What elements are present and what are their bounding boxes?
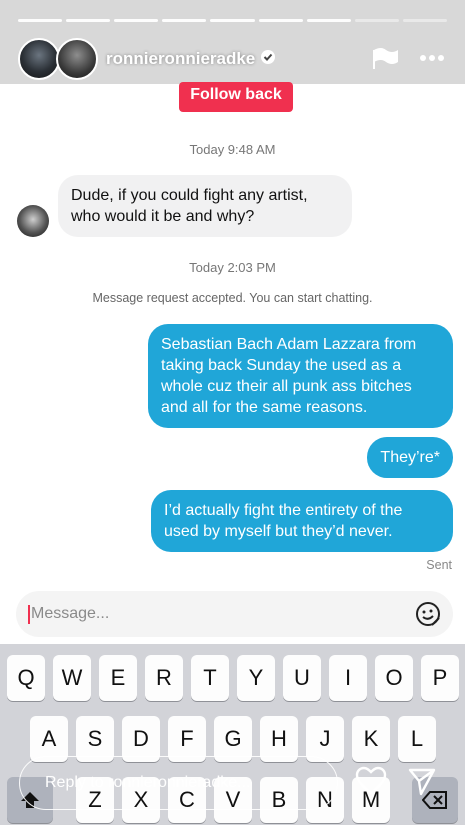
send-icon[interactable] bbox=[407, 766, 437, 801]
story-avatar[interactable] bbox=[18, 38, 60, 80]
outgoing-message: They’re* bbox=[367, 437, 453, 478]
emoji-icon[interactable] bbox=[415, 601, 441, 632]
sent-status: Sent bbox=[426, 558, 452, 572]
story-progress bbox=[18, 19, 447, 22]
key-o[interactable]: O bbox=[375, 655, 413, 701]
timestamp: Today 9:48 AM bbox=[189, 142, 276, 157]
story-username[interactable]: ronnieronnieradke bbox=[106, 49, 255, 69]
progress-segment bbox=[210, 19, 255, 22]
progress-segment bbox=[306, 19, 351, 22]
progress-segment bbox=[18, 19, 63, 22]
more-icon[interactable] bbox=[419, 54, 445, 62]
sender-avatar[interactable] bbox=[17, 205, 49, 237]
key-q[interactable]: Q bbox=[7, 655, 45, 701]
heart-icon[interactable] bbox=[355, 766, 387, 801]
progress-segment bbox=[354, 19, 399, 22]
reply-placeholder: Reply to ronnieronnieradke... bbox=[45, 774, 251, 791]
key-t[interactable]: T bbox=[191, 655, 229, 701]
text-caret bbox=[28, 605, 30, 624]
story-user[interactable]: ronnieronnieradke bbox=[18, 38, 276, 80]
story-header: ronnieronnieradke bbox=[0, 0, 465, 100]
outgoing-message: Sebastian Bach Adam Lazzara from taking … bbox=[148, 324, 453, 428]
collab-avatar[interactable] bbox=[56, 38, 98, 80]
progress-segment bbox=[258, 19, 303, 22]
reply-input[interactable]: Reply to ronnieronnieradke... bbox=[19, 756, 338, 810]
progress-segment bbox=[162, 19, 207, 22]
progress-segment bbox=[114, 19, 159, 22]
key-p[interactable]: P bbox=[421, 655, 459, 701]
key-w[interactable]: W bbox=[53, 655, 91, 701]
incoming-message: Dude, if you could fight any artist, who… bbox=[58, 175, 352, 237]
message-input[interactable]: Message... bbox=[16, 591, 453, 637]
key-r[interactable]: R bbox=[145, 655, 183, 701]
key-i[interactable]: I bbox=[329, 655, 367, 701]
timestamp: Today 2:03 PM bbox=[189, 260, 276, 275]
key-y[interactable]: Y bbox=[237, 655, 275, 701]
verified-icon bbox=[260, 49, 276, 70]
dm-conversation: Follow back Today 9:48 AM Dude, if you c… bbox=[0, 82, 465, 644]
key-u[interactable]: U bbox=[283, 655, 321, 701]
story-reply-bar: Reply to ronnieronnieradke... bbox=[0, 752, 465, 825]
message-placeholder: Message... bbox=[31, 605, 110, 622]
progress-segment bbox=[402, 19, 447, 22]
key-e[interactable]: E bbox=[99, 655, 137, 701]
request-accepted-note: Message request accepted. You can start … bbox=[92, 291, 373, 305]
progress-segment bbox=[66, 19, 111, 22]
outgoing-message: I’d actually fight the entirety of the u… bbox=[151, 490, 453, 552]
flag-icon[interactable] bbox=[371, 46, 401, 70]
